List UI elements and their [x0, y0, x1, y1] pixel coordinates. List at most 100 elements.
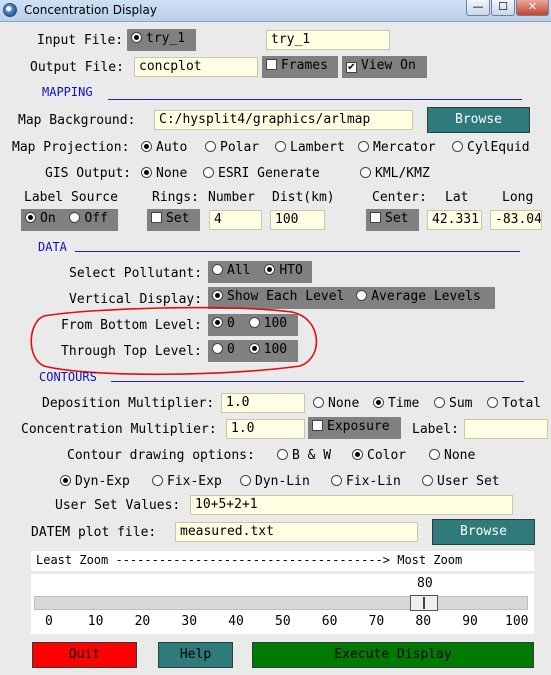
drawing-color-radio[interactable]: Color [352, 448, 406, 463]
zoom-slider-panel: 80 0 10 20 30 40 50 60 70 80 90 100 [31, 574, 534, 634]
deposition-sum-radio[interactable]: Sum [434, 396, 472, 411]
lat-label: Lat [445, 190, 469, 205]
drawing-bw-radio[interactable]: B & W [277, 448, 331, 463]
long-field[interactable]: -83.04 [490, 210, 542, 230]
rings-dist-label: Dist(km) [272, 190, 335, 205]
window-title: Concentration Display [24, 3, 157, 17]
view-on-checkbox[interactable]: ✔ View On [342, 56, 427, 78]
rings-label: Rings: [152, 190, 199, 205]
projection-mercator-radio[interactable]: Mercator [358, 140, 436, 155]
label-source-on-radio[interactable]: On [25, 211, 56, 226]
zoom-tick-40: 40 [228, 614, 244, 629]
lat-field[interactable]: 42.331 [427, 210, 482, 230]
select-pollutant-label: Select Pollutant: [69, 266, 203, 281]
deposition-multiplier-label: Deposition Multiplier: [42, 396, 215, 411]
type-user-set-radio[interactable]: User Set [422, 474, 500, 489]
input-file-field[interactable]: try_1 [266, 30, 390, 50]
gis-output-label: GIS Output: [45, 166, 132, 181]
zoom-slider-trough[interactable] [34, 595, 528, 611]
help-button[interactable]: Help [158, 642, 233, 668]
data-divider [75, 251, 520, 252]
pollutant-all-radio[interactable]: All [212, 263, 250, 278]
contours-section-label: CONTOURS [39, 370, 97, 384]
projection-polar-radio[interactable]: Polar [205, 140, 259, 155]
zoom-slider-handle[interactable] [410, 595, 439, 611]
projection-lambert-radio[interactable]: Lambert [275, 140, 345, 155]
execute-display-button[interactable]: Execute Display [252, 642, 534, 668]
output-file-label: Output File: [30, 60, 124, 75]
annotation-ellipse [30, 306, 318, 376]
frames-checkbox[interactable]: Frames [262, 56, 338, 78]
close-button[interactable]: ✕ [516, 0, 549, 16]
map-background-label: Map Background: [18, 113, 136, 128]
type-dyn-lin-radio[interactable]: Dyn-Lin [240, 474, 310, 489]
center-set-checkbox[interactable]: Set [366, 209, 419, 231]
vertical-each-radio[interactable]: Show Each Level [212, 289, 344, 304]
datem-plot-field[interactable]: measured.txt [175, 522, 418, 542]
zoom-tick-90: 90 [462, 614, 478, 629]
input-file-label: Input File: [37, 33, 124, 48]
deposition-multiplier-field[interactable]: 1.0 [221, 393, 305, 413]
label-source-group: On Off [21, 209, 118, 231]
projection-auto-radio[interactable]: Auto [141, 140, 187, 155]
rings-dist-field[interactable]: 100 [270, 210, 325, 230]
deposition-time-radio[interactable]: Time [373, 396, 419, 411]
map-browse-button[interactable]: Browse [427, 107, 530, 133]
label-source-off-radio[interactable]: Off [69, 211, 108, 226]
contours-divider [111, 381, 524, 382]
vertical-display-label: Vertical Display: [69, 292, 203, 307]
maximize-button[interactable]: ☐ [491, 0, 515, 16]
zoom-caption: Least Zoom -----------------------------… [31, 551, 534, 571]
radio-icon [131, 32, 142, 43]
projection-cylequid-radio[interactable]: CylEquid [452, 140, 530, 155]
exposure-checkbox[interactable]: Exposure [308, 417, 401, 439]
app-icon [3, 3, 17, 17]
vertical-average-radio[interactable]: Average Levels [356, 289, 481, 304]
zoom-tick-30: 30 [181, 614, 198, 629]
datem-browse-button[interactable]: Browse [432, 519, 535, 545]
zoom-tick-10: 10 [87, 614, 104, 629]
label-field[interactable] [464, 419, 548, 439]
long-label: Long [502, 190, 534, 205]
drawing-none-radio[interactable]: None [429, 448, 475, 463]
map-background-field[interactable]: C:/hysplit4/graphics/arlmap [154, 110, 413, 130]
zoom-tick-70: 70 [368, 614, 385, 629]
user-set-values-label: User Set Values: [55, 498, 181, 513]
handle-grip [423, 597, 426, 609]
deposition-none-radio[interactable]: None [313, 396, 359, 411]
center-label: Center: [372, 190, 427, 205]
contour-drawing-label: Contour drawing options: [67, 448, 255, 463]
rings-number-field[interactable]: 4 [209, 210, 262, 230]
pollutant-group: All HTO [208, 261, 312, 283]
mapping-divider [108, 99, 522, 100]
label-source-label: Label Source [24, 190, 118, 205]
rings-set-checkbox[interactable]: Set [147, 209, 200, 231]
type-fix-lin-radio[interactable]: Fix-Lin [331, 474, 401, 489]
zoom-tick-60: 60 [321, 614, 338, 629]
zoom-tick-100: 100 [505, 614, 529, 629]
type-dyn-exp-radio[interactable]: Dyn-Exp [60, 474, 130, 489]
checkmark-icon: ✔ [346, 62, 357, 73]
gis-esri-radio[interactable]: ESRI Generate [203, 166, 320, 181]
zoom-tick-80: 80 [415, 614, 432, 629]
gis-kml-radio[interactable]: KML/KMZ [360, 166, 430, 181]
user-set-values-field[interactable]: 10+5+2+1 [190, 495, 513, 515]
deposition-total-radio[interactable]: Total [487, 396, 541, 411]
gis-none-radio[interactable]: None [141, 166, 187, 181]
zoom-value-label: 80 [417, 576, 433, 591]
rings-number-label: Number [208, 190, 255, 205]
input-file-radio[interactable]: try_1 [127, 29, 196, 51]
zoom-tick-0: 0 [45, 614, 53, 629]
zoom-tick-20: 20 [134, 614, 151, 629]
checkbox-icon [266, 59, 277, 70]
data-section-label: DATA [38, 240, 67, 254]
mapping-section-label: MAPPING [42, 85, 93, 99]
minimize-button[interactable]: — [466, 0, 490, 16]
quit-button[interactable]: Quit [32, 642, 137, 668]
type-fix-exp-radio[interactable]: Fix-Exp [152, 474, 222, 489]
label-label: Label: [412, 422, 459, 437]
pollutant-hto-radio[interactable]: HTO [264, 263, 303, 278]
output-file-field[interactable]: concplot [134, 57, 258, 77]
concentration-multiplier-label: Concentration Multiplier: [21, 422, 217, 437]
concentration-multiplier-field[interactable]: 1.0 [226, 419, 305, 439]
